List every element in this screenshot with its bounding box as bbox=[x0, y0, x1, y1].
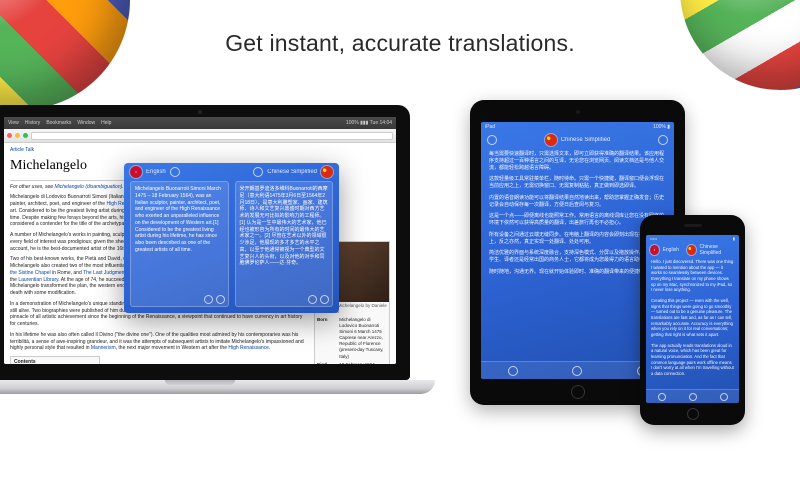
camera-dot bbox=[576, 110, 580, 114]
history-icon[interactable] bbox=[658, 393, 666, 401]
ios-toolbar bbox=[646, 389, 739, 403]
share-icon[interactable] bbox=[658, 135, 668, 145]
source-text-pane[interactable]: Michelangelo Buonarroti Simoni March 147… bbox=[130, 181, 229, 307]
home-button[interactable] bbox=[687, 408, 699, 420]
ios-status-bar: ••••• ▮ bbox=[646, 235, 739, 242]
uk-flag-icon[interactable] bbox=[130, 166, 142, 178]
macbook-base bbox=[0, 380, 435, 394]
wiki-link[interactable]: Laurentian Library bbox=[18, 277, 58, 283]
speak-icon[interactable] bbox=[204, 295, 213, 304]
disambiguation-link[interactable]: Michelangelo (disambiguation) bbox=[54, 184, 122, 190]
translated-paragraph: 内置的语音朗读功能可以将翻译结果自然地读出来，帮助您掌握正确发音；历史记录会自动… bbox=[489, 195, 666, 209]
menubar-item[interactable]: Bookmarks bbox=[46, 120, 71, 126]
marketing-headline: Get instant, accurate translations. bbox=[0, 30, 800, 57]
copy-icon[interactable] bbox=[216, 295, 225, 304]
translator-header: English Chinese Simplified bbox=[646, 242, 739, 257]
translated-paragraph: 这款轻量级工具常驻菜单栏，随时待命。只需一个快捷键，翻译窗口便会浮现在当前应用之… bbox=[489, 176, 666, 190]
translated-text-pane[interactable]: 米开朗基罗迪洛多维科Buonarroti的西摩尼（意大利语1475年3月6日至1… bbox=[235, 181, 334, 307]
window-minimize-icon[interactable] bbox=[15, 133, 20, 138]
translated-text-body[interactable]: Hello. I just discovered. There was one … bbox=[646, 257, 739, 389]
target-language-label[interactable]: Chinese Simplified bbox=[561, 137, 611, 143]
translate-icon[interactable] bbox=[572, 366, 582, 376]
target-language-label[interactable]: Chinese Simplified bbox=[267, 168, 317, 176]
menubar-item[interactable]: Window bbox=[77, 120, 95, 126]
menubar-item[interactable]: Help bbox=[101, 120, 111, 126]
macbook-device: View History Bookmarks Window Help 100% … bbox=[0, 105, 410, 394]
translated-paragraph: Creating this project — even with the we… bbox=[651, 298, 734, 338]
wiki-link[interactable]: High Renaissance bbox=[228, 345, 269, 351]
ios-status-bar: iPad 100% ▮ bbox=[481, 122, 674, 131]
source-language-label[interactable]: English bbox=[146, 168, 166, 176]
iphone-device: ••••• ▮ English Chinese Simplified Hello… bbox=[640, 215, 745, 425]
settings-icon[interactable] bbox=[253, 167, 263, 177]
favorites-icon[interactable] bbox=[720, 393, 728, 401]
translated-paragraph: 每当需要快速翻译时，只需选择文本，即可立即获得准确的翻译结果。该应用程序支持超过… bbox=[489, 151, 666, 171]
menubar-status-right: 100% ▮▮▮ Tue 14:04 bbox=[346, 120, 392, 126]
speaker-slot bbox=[684, 224, 702, 227]
browser-toolbar bbox=[4, 129, 396, 143]
window-close-icon[interactable] bbox=[7, 133, 12, 138]
translator-overlay-window[interactable]: English Chinese Simplified Michelangelo … bbox=[124, 163, 339, 313]
window-zoom-icon[interactable] bbox=[23, 133, 28, 138]
copy-icon[interactable] bbox=[320, 295, 329, 304]
wiki-toc: Contents 1 Life 2 Works 3 Legacy bbox=[10, 356, 100, 364]
iphone-screen: ••••• ▮ English Chinese Simplified Hello… bbox=[646, 235, 739, 403]
home-button[interactable] bbox=[571, 385, 585, 399]
uk-flag-icon[interactable] bbox=[650, 245, 659, 255]
swap-languages-icon[interactable] bbox=[170, 167, 180, 177]
back-icon[interactable] bbox=[487, 135, 497, 145]
target-language-label[interactable]: Chinese Simplified bbox=[700, 244, 735, 256]
article-paragraph: In his lifetime he was also often called… bbox=[10, 332, 304, 352]
wiki-link[interactable]: Mannerism bbox=[91, 345, 116, 351]
menubar-item[interactable]: History bbox=[25, 120, 41, 126]
history-icon[interactable] bbox=[508, 366, 518, 376]
china-flag-icon[interactable] bbox=[545, 134, 557, 146]
translate-icon[interactable] bbox=[689, 393, 697, 401]
speak-icon[interactable] bbox=[308, 295, 317, 304]
wiki-tabs[interactable]: Article Talk bbox=[10, 147, 304, 154]
source-language-label[interactable]: English bbox=[663, 247, 679, 253]
mac-display: View History Bookmarks Window Help 100% … bbox=[4, 117, 396, 364]
address-bar[interactable] bbox=[31, 132, 393, 140]
translator-header: English Chinese Simplified bbox=[124, 163, 339, 181]
translator-header: Chinese Simplified bbox=[481, 131, 674, 149]
translated-paragraph: Hello. I just discovered. There was one … bbox=[651, 259, 734, 293]
translated-paragraph: The app actually reads translations alou… bbox=[651, 343, 734, 377]
china-flag-icon[interactable] bbox=[321, 166, 333, 178]
wiki-link[interactable]: The Last Judgment bbox=[83, 270, 126, 276]
camera-dot bbox=[198, 110, 202, 114]
china-flag-icon[interactable] bbox=[687, 245, 696, 255]
macos-menubar: View History Bookmarks Window Help 100% … bbox=[4, 117, 396, 129]
menubar-item[interactable]: View bbox=[8, 120, 19, 126]
